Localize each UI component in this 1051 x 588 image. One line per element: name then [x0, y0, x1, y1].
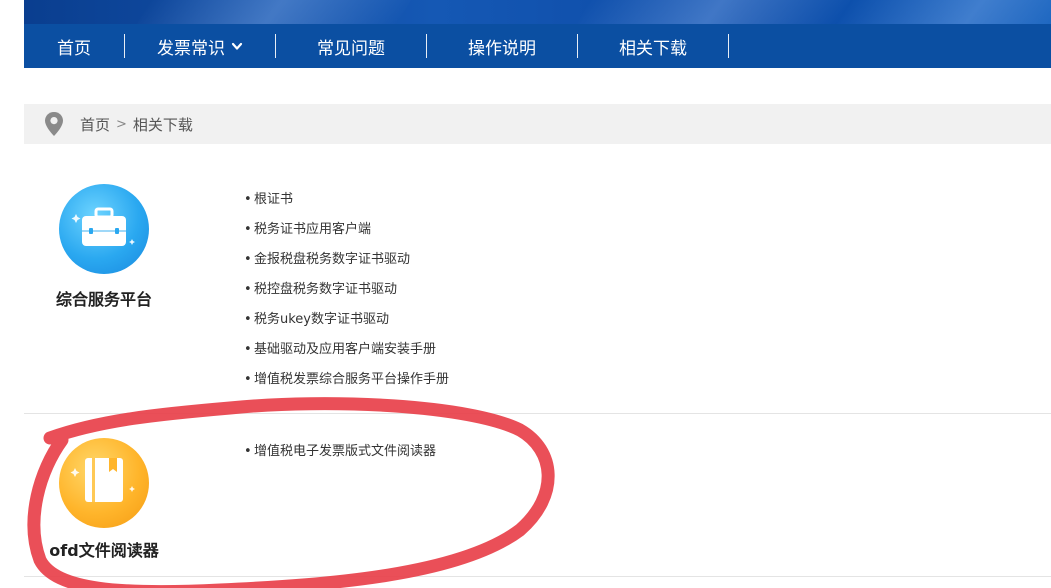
- download-link[interactable]: • 根证书: [244, 190, 449, 220]
- category-title: ofd文件阅读器: [49, 541, 159, 560]
- nav-item-downloads[interactable]: 相关下载: [578, 24, 728, 68]
- nav-item-faq[interactable]: 常见问题: [276, 24, 426, 68]
- section-ofd-reader: ofd文件阅读器 • 增值税电子发票版式文件阅读器: [24, 415, 1051, 577]
- breadcrumb-separator: >: [116, 116, 127, 132]
- main-nav: 首页 发票常识 常见问题 操作说明 相关下载: [24, 24, 1051, 68]
- bullet-icon: •: [244, 282, 252, 297]
- chevron-down-icon: [231, 42, 243, 50]
- nav-item-label: 首页: [57, 38, 91, 59]
- bullet-icon: •: [244, 222, 252, 237]
- download-list: • 增值税电子发票版式文件阅读器: [244, 442, 436, 472]
- nav-item-home[interactable]: 首页: [24, 24, 124, 68]
- download-link-label: 税务证书应用客户端: [254, 222, 372, 237]
- breadcrumb: 首页 > 相关下载: [24, 104, 1051, 144]
- banner-streak: [837, 0, 1051, 24]
- nav-item-label: 发票常识: [157, 38, 225, 59]
- breadcrumb-home-link[interactable]: 首页: [80, 114, 110, 135]
- bullet-icon: •: [244, 312, 252, 327]
- nav-separator: [728, 34, 729, 58]
- nav-item-label: 操作说明: [468, 38, 536, 59]
- download-link-label: 增值税电子发票版式文件阅读器: [254, 444, 437, 459]
- banner-streak: [577, 0, 851, 24]
- category-title: 综合服务平台: [55, 290, 152, 309]
- download-link-label: 税务ukey数字证书驱动: [254, 312, 389, 327]
- download-link[interactable]: • 税务证书应用客户端: [244, 220, 449, 250]
- download-link-label: 金报税盘税务数字证书驱动: [254, 252, 411, 267]
- download-link[interactable]: • 税务ukey数字证书驱动: [244, 310, 449, 340]
- briefcase-icon: [71, 207, 135, 246]
- download-link-label: 增值税发票综合服务平台操作手册: [254, 372, 450, 387]
- breadcrumb-current: 相关下载: [132, 115, 193, 134]
- nav-item-label: 相关下载: [619, 38, 687, 59]
- nav-item-invoice-knowledge[interactable]: 发票常识: [125, 24, 275, 68]
- download-list: • 根证书 • 税务证书应用客户端 • 金报税盘税务数字证书驱动 • 税控盘税务数字证书…: [244, 190, 449, 400]
- bullet-icon: •: [244, 252, 252, 267]
- nav-item-label: 常见问题: [317, 38, 385, 59]
- category-icon-service-platform: [59, 184, 149, 274]
- banner-streak: [137, 0, 411, 24]
- download-link[interactable]: • 增值税电子发票版式文件阅读器: [244, 442, 436, 472]
- download-link[interactable]: • 税控盘税务数字证书驱动: [244, 280, 449, 310]
- download-link[interactable]: • 金报税盘税务数字证书驱动: [244, 250, 449, 280]
- section-service-platform: 综合服务平台 • 根证书 • 税务证书应用客户端 • 金报税盘税务数字证书驱动 • 税控…: [24, 144, 1051, 414]
- download-link-label: 基础驱动及应用客户端安装手册: [254, 342, 437, 357]
- bullet-icon: •: [244, 342, 252, 357]
- bullet-icon: •: [244, 444, 252, 459]
- download-link-label: 根证书: [254, 192, 294, 207]
- bullet-icon: •: [244, 372, 252, 387]
- book-icon: [70, 458, 135, 502]
- nav-item-instructions[interactable]: 操作说明: [427, 24, 577, 68]
- bullet-icon: •: [244, 192, 252, 207]
- download-link[interactable]: • 基础驱动及应用客户端安装手册: [244, 340, 449, 370]
- download-link-label: 税控盘税务数字证书驱动: [254, 282, 398, 297]
- header-banner: [24, 0, 1051, 24]
- download-link[interactable]: • 增值税发票综合服务平台操作手册: [244, 370, 449, 400]
- location-pin-icon: [45, 112, 63, 136]
- category-icon-ofd-reader: [59, 438, 149, 528]
